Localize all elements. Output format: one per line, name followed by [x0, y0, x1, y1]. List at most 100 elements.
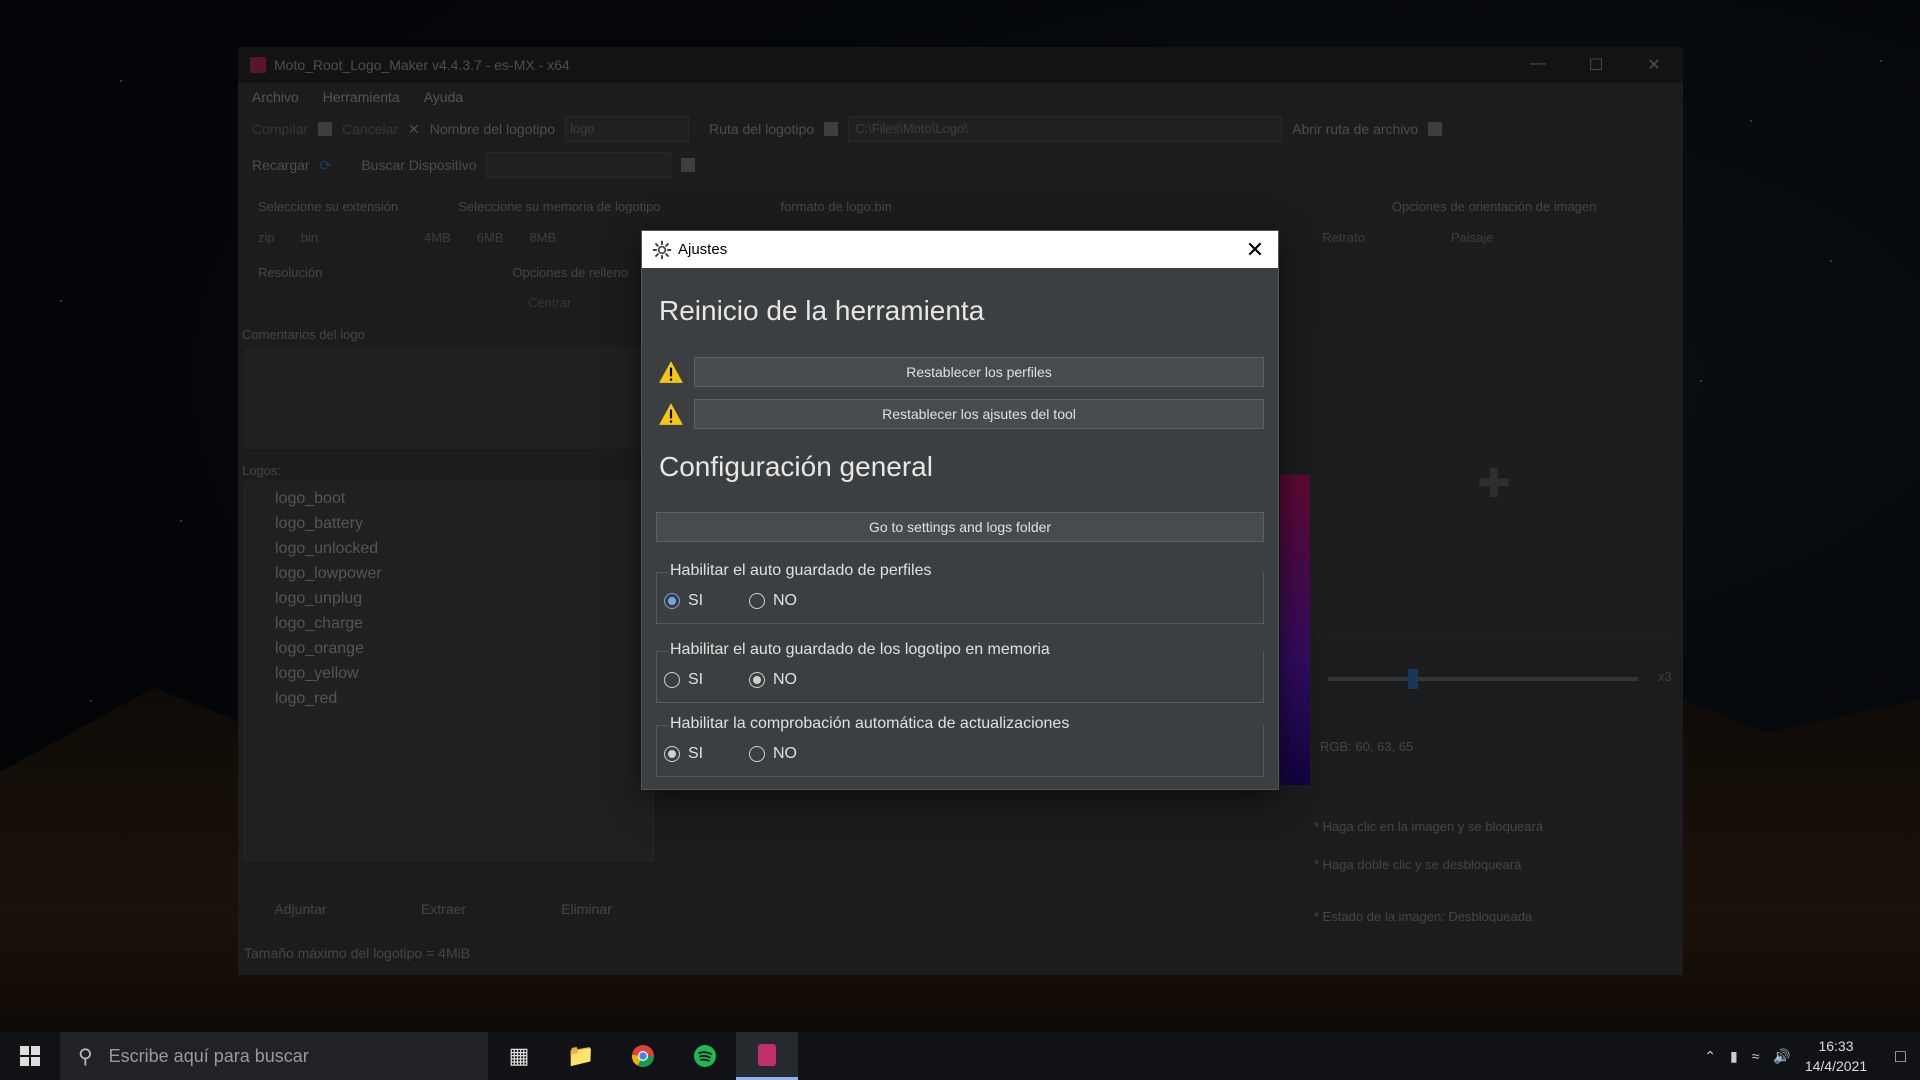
compile-button[interactable]: Compilar: [252, 121, 308, 137]
autosave-memory-no-radio[interactable]: NO: [749, 671, 797, 689]
autosave-profiles-si-radio[interactable]: SI: [664, 592, 703, 610]
close-button[interactable]: ✕: [1232, 231, 1278, 268]
mem-6mb-radio[interactable]: 6MB: [477, 230, 504, 245]
mem-8mb-radio[interactable]: 8MB: [529, 230, 556, 245]
autosave-profiles-no-radio[interactable]: NO: [749, 592, 797, 610]
hint-text: * Estado de la imagen: Desbloqueada: [1314, 909, 1533, 924]
list-item[interactable]: logo_unlocked: [275, 536, 653, 561]
volume-icon[interactable]: 🔊: [1773, 1048, 1790, 1065]
reset-settings-row: Restablecer los ajsutes del tool: [658, 399, 1264, 429]
logo-name-label: Nombre del logotipo: [429, 121, 556, 137]
group-border: [656, 651, 668, 652]
list-item[interactable]: logo_boot: [275, 486, 653, 511]
auto-update-si-radio[interactable]: SI: [664, 745, 703, 763]
warning-icon: [659, 361, 683, 383]
menu-ayuda[interactable]: Ayuda: [424, 89, 463, 105]
app-icon: [250, 57, 266, 73]
app-title: Moto_Root_Logo_Maker v4.4.3.7 - es-MX - …: [274, 57, 570, 73]
resolution-row: Resolución Opciones de relleno: [258, 265, 628, 280]
menu-archivo[interactable]: Archivo: [252, 89, 299, 105]
taskbar-search[interactable]: ⚲ Escribe aquí para buscar: [60, 1032, 488, 1080]
options-labels: Seleccione su extensión Seleccione su me…: [258, 199, 1596, 214]
start-button[interactable]: [0, 1032, 60, 1080]
radio-label: NO: [773, 745, 797, 762]
rgb-readout: RGB: 60, 63, 65: [1320, 739, 1414, 754]
image-preview[interactable]: ✚: [1316, 330, 1671, 640]
auto-update-no-radio[interactable]: NO: [749, 745, 797, 763]
list-item[interactable]: logo_lowpower: [275, 561, 653, 586]
radio-indicator: [749, 672, 765, 688]
reload-button[interactable]: Recargar: [252, 157, 310, 173]
radio-label: NO: [773, 671, 797, 688]
comments-label: Comentarios del logo: [242, 327, 365, 342]
attach-button[interactable]: Adjuntar: [244, 901, 357, 917]
clock-date: 14/4/2021: [1804, 1058, 1868, 1074]
open-folder-icon[interactable]: [1428, 122, 1443, 136]
fill-center-radio[interactable]: Centrar: [528, 295, 571, 310]
menu-herramienta[interactable]: Herramienta: [323, 89, 400, 105]
list-item[interactable]: logo_battery: [275, 511, 653, 536]
autosave-memory-si-radio[interactable]: SI: [664, 671, 703, 689]
chrome-icon[interactable]: [612, 1032, 674, 1080]
battery-icon[interactable]: ▮: [1730, 1048, 1738, 1065]
orient-portrait-radio[interactable]: Retrato: [1322, 230, 1365, 245]
wifi-icon[interactable]: ≈: [1752, 1048, 1760, 1064]
zoom-slider[interactable]: [1328, 669, 1638, 689]
toolbar-row-1: Compilar Cancelar ✕ Nombre del logotipo …: [238, 111, 1683, 147]
list-item[interactable]: logo_red: [275, 686, 653, 711]
bottom-buttons: Adjuntar Extraer Eliminar: [244, 901, 643, 917]
radio-indicator: [664, 746, 680, 762]
reload-icon[interactable]: ⟳: [320, 157, 332, 174]
search-placeholder: Escribe aquí para buscar: [108, 1045, 309, 1066]
format-label: formato de logo.bin: [780, 199, 892, 214]
reset-profiles-button[interactable]: Restablecer los perfiles: [694, 357, 1264, 387]
device-icon[interactable]: [681, 158, 696, 172]
extract-button[interactable]: Extraer: [387, 901, 500, 917]
list-item[interactable]: logo_orange: [275, 636, 653, 661]
task-view-icon[interactable]: ▦: [488, 1032, 550, 1080]
search-device-input[interactable]: [486, 152, 672, 178]
orient-landscape-radio[interactable]: Paisaje: [1451, 230, 1494, 245]
chevron-up-icon[interactable]: ⌃: [1704, 1048, 1716, 1065]
compile-icon: [318, 122, 333, 136]
ext-bin-radio[interactable]: bin: [301, 230, 318, 245]
status-text: Tamaño máximo del logotipo = 4MiB: [244, 945, 471, 961]
logo-path-label: Ruta del logotipo: [709, 121, 815, 137]
settings-dialog: Ajustes ✕ Reinicio de la herramienta Res…: [641, 230, 1279, 790]
file-explorer-icon[interactable]: 📁: [550, 1032, 612, 1080]
open-settings-folder-button[interactable]: Go to settings and logs folder: [656, 512, 1264, 542]
zoom-label: x3: [1658, 669, 1672, 684]
open-path-label: Abrir ruta de archivo: [1292, 121, 1419, 137]
comments-box[interactable]: [244, 347, 654, 449]
minimize-icon[interactable]: —: [1509, 55, 1567, 75]
memory-label: Seleccione su memoria de logotipo: [458, 199, 661, 214]
logo-maker-taskbar-icon[interactable]: [736, 1032, 798, 1080]
ext-zip-radio[interactable]: zip: [258, 230, 275, 245]
crosshair-icon: ✚: [1477, 462, 1511, 506]
reset-settings-button[interactable]: Restablecer los ajsutes del tool: [694, 399, 1264, 429]
radio-label: SI: [688, 745, 704, 762]
windows-logo-icon: [20, 1046, 40, 1066]
delete-button[interactable]: Eliminar: [530, 901, 643, 917]
list-item[interactable]: logo_charge: [275, 611, 653, 636]
cancel-button[interactable]: Cancelar: [342, 121, 398, 137]
auto-update-title: Habilitar la comprobación automática de …: [670, 715, 1076, 733]
list-item[interactable]: logo_yellow: [275, 661, 653, 686]
folder-icon[interactable]: [824, 122, 839, 136]
clock-time: 16:33: [1818, 1038, 1854, 1054]
warning-icon: [659, 403, 683, 425]
logo-name-input[interactable]: logo: [565, 116, 690, 142]
notifications-icon[interactable]: □: [1895, 1046, 1906, 1067]
radio-indicator: [749, 746, 765, 762]
zoom-slider-thumb[interactable]: [1408, 669, 1418, 689]
close-icon[interactable]: ✕: [1625, 55, 1683, 75]
clock[interactable]: 16:33 14/4/2021: [1805, 1036, 1867, 1076]
maximize-icon[interactable]: ☐: [1567, 55, 1625, 75]
mem-4mb-radio[interactable]: 4MB: [424, 230, 451, 245]
logo-path-input[interactable]: C:\Files\Moto\Logo\: [848, 116, 1283, 142]
spotify-icon[interactable]: [674, 1032, 736, 1080]
group-border: [656, 725, 668, 726]
hint-text: * Haga clic en la imagen y se bloqueará: [1314, 819, 1544, 834]
list-item[interactable]: logo_unplug: [275, 586, 653, 611]
radio-label: SI: [688, 592, 704, 609]
